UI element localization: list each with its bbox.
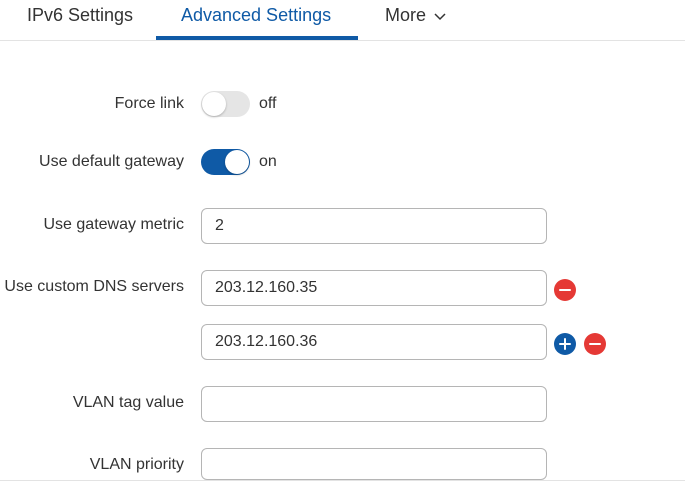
dns-server-input-1[interactable] bbox=[201, 270, 547, 306]
vlan-priority-input[interactable] bbox=[201, 448, 547, 480]
tab-bar: IPv6 Settings Advanced Settings More bbox=[0, 0, 685, 41]
gateway-metric-input[interactable] bbox=[201, 208, 547, 244]
tab-more[interactable]: More bbox=[385, 5, 446, 26]
plus-icon-vertical bbox=[564, 338, 566, 350]
tab-ipv6-settings[interactable]: IPv6 Settings bbox=[27, 5, 133, 26]
vlan-tag-label: VLAN tag value bbox=[72, 394, 184, 411]
tab-more-label: More bbox=[385, 5, 427, 25]
vlan-priority-label: VLAN priority bbox=[89, 456, 184, 473]
gateway-metric-label: Use gateway metric bbox=[43, 216, 185, 233]
force-link-toggle[interactable] bbox=[201, 91, 250, 117]
toggle-knob bbox=[225, 150, 249, 174]
force-link-label: Force link bbox=[114, 95, 184, 112]
force-link-state: off bbox=[259, 95, 277, 112]
minus-icon bbox=[559, 289, 571, 291]
add-dns-server-button[interactable] bbox=[554, 333, 576, 355]
dns-server-input-2[interactable] bbox=[201, 324, 547, 360]
remove-dns-server-1-button[interactable] bbox=[554, 279, 576, 301]
remove-dns-server-2-button[interactable] bbox=[584, 333, 606, 355]
vlan-tag-input[interactable] bbox=[201, 386, 547, 422]
tab-advanced-settings[interactable]: Advanced Settings bbox=[181, 5, 331, 26]
custom-dns-label: Use custom DNS servers bbox=[4, 278, 184, 295]
divider bbox=[0, 480, 685, 481]
minus-icon bbox=[589, 343, 601, 345]
toggle-knob bbox=[202, 92, 226, 116]
default-gateway-toggle[interactable] bbox=[201, 149, 250, 175]
default-gateway-label: Use default gateway bbox=[39, 153, 184, 170]
active-tab-indicator bbox=[156, 36, 358, 40]
default-gateway-state: on bbox=[259, 153, 277, 170]
chevron-down-icon bbox=[434, 12, 446, 20]
